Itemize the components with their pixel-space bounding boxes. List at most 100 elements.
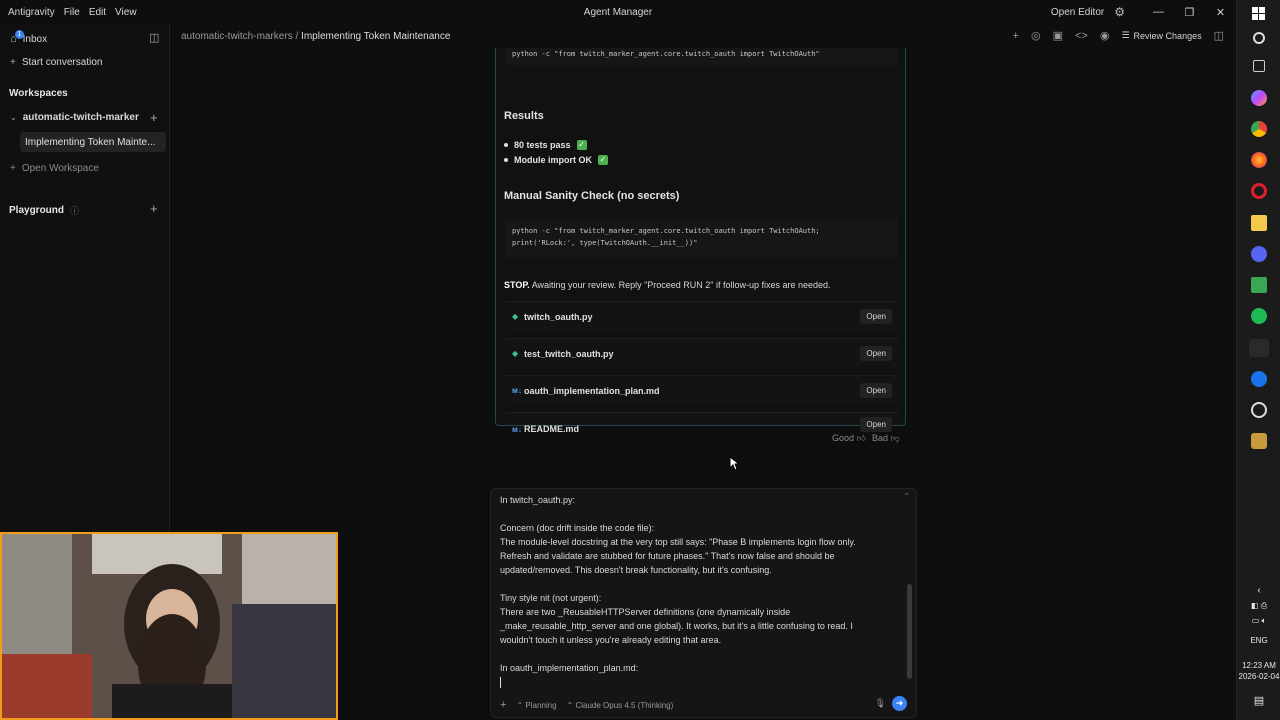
start-conversation-button[interactable]: + Start conversation [10, 57, 102, 68]
menu-edit[interactable]: Edit [89, 7, 106, 18]
code-line: python -c "from twitch_marker_agent.core… [512, 227, 820, 235]
spotify-icon[interactable] [1251, 308, 1267, 324]
result-item: 80 tests pass ✓ [504, 140, 587, 150]
eye-icon[interactable]: ◉ [1100, 29, 1110, 42]
new-icon[interactable]: + [1013, 30, 1019, 42]
open-file-button[interactable]: Open [860, 417, 892, 432]
message-composer[interactable]: In twitch_oauth.py: Concern (doc drift in… [490, 488, 917, 718]
clock-time[interactable]: 12:23 AM [1237, 661, 1280, 670]
chrome-icon[interactable] [1251, 121, 1267, 137]
composer-line [500, 647, 900, 661]
file-name: oauth_implementation_plan.md [524, 385, 660, 396]
playground-heading[interactable]: Playground ⓘ [9, 204, 79, 217]
python-file-icon: ◆ [512, 312, 519, 321]
restore-icon[interactable]: ❐ [1174, 6, 1205, 19]
windows-start-icon[interactable] [1252, 7, 1265, 20]
add-attachment-icon[interactable]: + [500, 699, 506, 711]
maps-pin-icon[interactable] [1251, 371, 1267, 387]
tray-network-icon[interactable]: ◧ ⎙ [1237, 601, 1280, 611]
composer-scrollbar[interactable] [907, 584, 912, 679]
minimize-icon[interactable]: — [1143, 6, 1174, 18]
open-file-button[interactable]: Open [860, 346, 892, 361]
composer-line: wouldn't touch it unless you're already … [500, 635, 722, 645]
model-label: Claude Opus 4.5 (Thinking) [575, 700, 674, 710]
mode-selector[interactable]: ⌃ Planning [516, 701, 556, 710]
workspaces-heading: Workspaces [9, 88, 68, 99]
header-toolbar: + ◎ ▣ <> ◉ ☰ Review Changes ◫ [1013, 29, 1224, 43]
composer-toolbar: + ⌃ Planning ⌃ Claude Opus 4.5 (Thinking… [500, 696, 910, 711]
composer-line: _make_reusable_http_server and one globa… [500, 621, 853, 631]
breadcrumb-root[interactable]: automatic-twitch-markers [181, 31, 293, 42]
input-language[interactable]: ENG [1237, 636, 1280, 645]
thumbs-down-icon: 👎︎ [890, 433, 900, 443]
file-explorer-icon[interactable] [1251, 215, 1267, 231]
firefox-icon[interactable] [1251, 152, 1267, 168]
task-view-icon[interactable] [1253, 60, 1265, 72]
sheets-icon[interactable] [1251, 277, 1267, 293]
file-row[interactable]: ᴍ↓ README.md Open [505, 412, 898, 434]
conversation-item-active[interactable]: Implementing Token Mainte... [20, 132, 166, 152]
open-file-button[interactable]: Open [860, 383, 892, 398]
result-text: Module import OK [514, 155, 592, 165]
terminal-icon[interactable]: ▣ [1053, 29, 1063, 42]
agent-response-card: python -c "from twitch_marker_agent.core… [495, 48, 906, 434]
file-row[interactable]: ◆ twitch_oauth.py Open [505, 301, 898, 331]
clock-app-icon[interactable] [1251, 402, 1267, 418]
globe-icon[interactable]: ◎ [1031, 29, 1041, 42]
workspace-item[interactable]: ⌄ automatic-twitch-marker [10, 112, 139, 123]
good-button[interactable]: Good 👍︎ [832, 433, 866, 444]
composer-line: Refresh and validate are stubbed for fut… [500, 551, 835, 561]
bad-label: Bad [871, 433, 888, 443]
open-file-button[interactable]: Open [860, 309, 892, 324]
collapse-icon[interactable]: ⌃ [903, 492, 910, 501]
breadcrumb: automatic-twitch-markers / Implementing … [181, 31, 450, 42]
add-conversation-icon[interactable]: + [150, 110, 158, 125]
panel-icon[interactable]: ◫ [1214, 29, 1224, 42]
model-selector[interactable]: ⌃ Claude Opus 4.5 (Thinking) [567, 701, 674, 710]
code-icon[interactable]: <> [1075, 30, 1088, 42]
close-icon[interactable]: ✕ [1205, 6, 1236, 19]
settings-gear-icon[interactable]: ⚙ [1114, 5, 1125, 19]
file-row[interactable]: ᴍ↓ oauth_implementation_plan.md Open [505, 375, 898, 405]
code-snippet-top: python -c "from twitch_marker_agent.core… [505, 48, 898, 65]
clock-date[interactable]: 2026-02-04 [1237, 672, 1280, 681]
notifications-icon[interactable]: ▤ [1237, 694, 1280, 707]
stop-text: Awaiting your review. Reply "Proceed RUN… [529, 280, 831, 290]
composer-text[interactable]: In twitch_oauth.py: Concern (doc drift in… [500, 493, 900, 689]
composer-line [500, 507, 900, 521]
file-name: test_twitch_oauth.py [524, 348, 614, 359]
composer-line: There are two _ReusableHTTPServer defini… [500, 607, 791, 617]
bad-button[interactable]: Bad 👎︎ [872, 433, 900, 444]
menu-view[interactable]: View [115, 7, 137, 18]
info-icon: ⓘ [70, 206, 80, 216]
plus-icon: + [10, 163, 16, 174]
python-file-icon: ◆ [512, 349, 519, 358]
open-editor-button[interactable]: Open Editor [1051, 7, 1104, 18]
composer-line: The module-level docstring at the very t… [500, 537, 856, 547]
search-icon[interactable] [1253, 32, 1265, 44]
sanity-code-block: python -c "from twitch_marker_agent.core… [505, 219, 898, 259]
webcam-feed-image [2, 534, 336, 718]
composer-line: Concern (doc drift inside the code file)… [500, 523, 655, 533]
antigravity-icon[interactable] [1249, 339, 1269, 357]
results-heading: Results [504, 110, 544, 122]
inbox-badge: 1 [15, 30, 24, 39]
copilot-icon[interactable] [1251, 90, 1267, 106]
send-button[interactable]: ➜ [892, 696, 907, 711]
tray-volume-icon[interactable]: ▭ 🔈︎ [1237, 616, 1280, 626]
game-launcher-icon[interactable] [1251, 433, 1267, 449]
open-workspace-button[interactable]: + Open Workspace [10, 163, 99, 174]
menu-file[interactable]: File [64, 7, 80, 18]
microphone-icon[interactable]: 🎙︎ [875, 698, 886, 709]
show-hidden-icons-chevron-icon[interactable]: ‹ [1237, 585, 1280, 596]
markdown-file-icon: ᴍ↓ [512, 424, 522, 434]
review-changes-button[interactable]: ☰ Review Changes [1121, 30, 1201, 41]
menu-antigravity[interactable]: Antigravity [8, 7, 55, 18]
toggle-sidebar-icon[interactable]: ◫ [149, 31, 159, 44]
feedback-bar: Good 👍︎ Bad 👎︎ [832, 433, 900, 444]
opera-icon[interactable] [1251, 183, 1267, 199]
add-playground-icon[interactable]: + [150, 201, 158, 216]
chevron-down-icon: ⌄ [10, 113, 17, 122]
discord-icon[interactable] [1251, 246, 1267, 262]
file-row[interactable]: ◆ test_twitch_oauth.py Open [505, 338, 898, 368]
